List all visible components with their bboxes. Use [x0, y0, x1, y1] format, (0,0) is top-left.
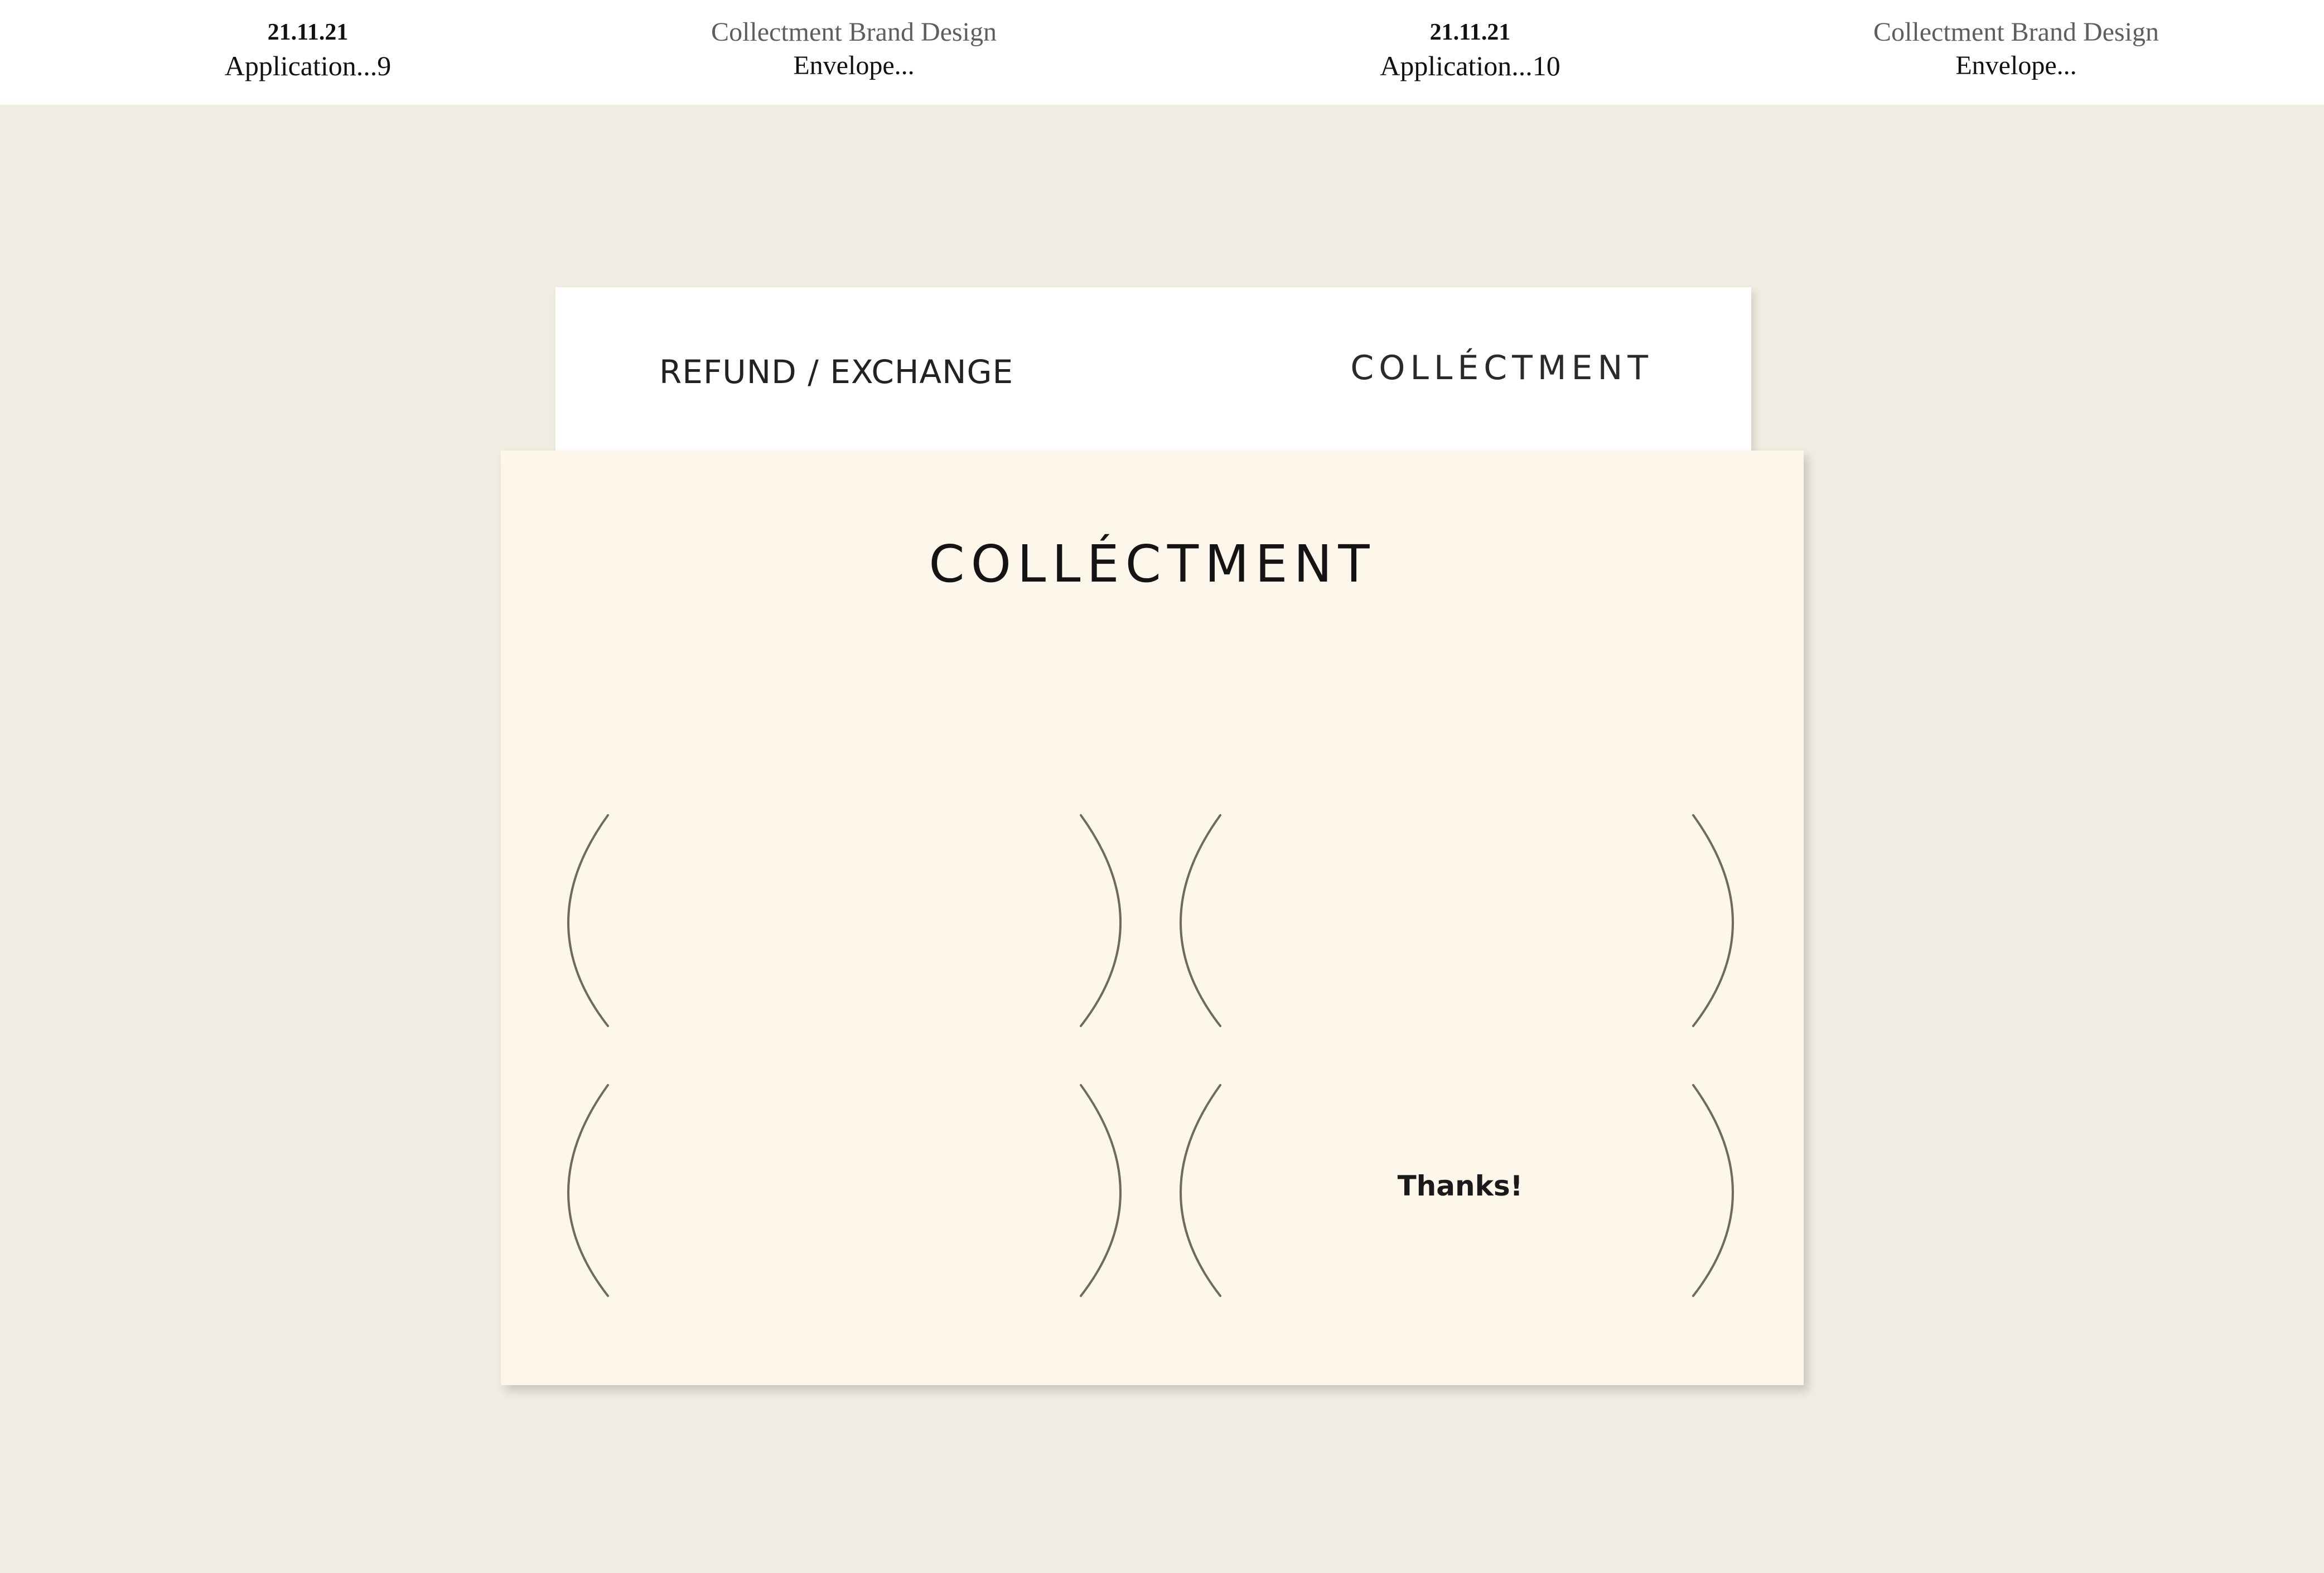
- top-header-bar: 21.11.21 Application...9 Collectment Bra…: [0, 0, 2324, 105]
- header-item-envelope-2[interactable]: Collectment Brand Design Envelope...: [1765, 16, 2267, 83]
- header-item-brand: Collectment Brand Design: [1873, 17, 2159, 47]
- header-item-application-9[interactable]: 21.11.21 Application...9: [57, 16, 559, 83]
- thanks-label: Thanks!: [1397, 1170, 1523, 1202]
- bracket-left-close: [1080, 1084, 1122, 1297]
- bracket-left-open: [567, 814, 609, 1027]
- header-item-date: 21.11.21: [1429, 20, 1511, 45]
- header-item-date: 21.11.21: [267, 20, 349, 45]
- bracket-right-close: [1692, 1084, 1734, 1297]
- bracket-right-open: [1180, 1084, 1221, 1297]
- bracket-left-open: [567, 1084, 609, 1297]
- card-logo: COLLÉCTMENT: [1350, 349, 1653, 388]
- card-title: REFUND / EXCHANGE: [659, 353, 1014, 391]
- header-item-brand: Collectment Brand Design: [711, 17, 997, 47]
- bracket-frames: [567, 814, 1734, 1297]
- header-item-envelope-1[interactable]: Collectment Brand Design Envelope...: [603, 16, 1105, 83]
- bracket-left-close: [1080, 814, 1122, 1027]
- header-item-title: Application...10: [1380, 50, 1560, 81]
- bracket-right-close: [1692, 814, 1734, 1027]
- envelope-mockup: COLLÉCTMENT Thanks!: [501, 451, 1804, 1385]
- header-item-application-10[interactable]: 21.11.21 Application...10: [1219, 16, 1721, 83]
- header-item-title: Envelope...: [1955, 51, 2077, 80]
- header-item-title: Envelope...: [793, 51, 915, 80]
- header-item-title: Application...9: [224, 50, 392, 81]
- refund-exchange-card: REFUND / EXCHANGE COLLÉCTMENT: [555, 287, 1751, 454]
- bracket-right-open: [1180, 814, 1221, 1027]
